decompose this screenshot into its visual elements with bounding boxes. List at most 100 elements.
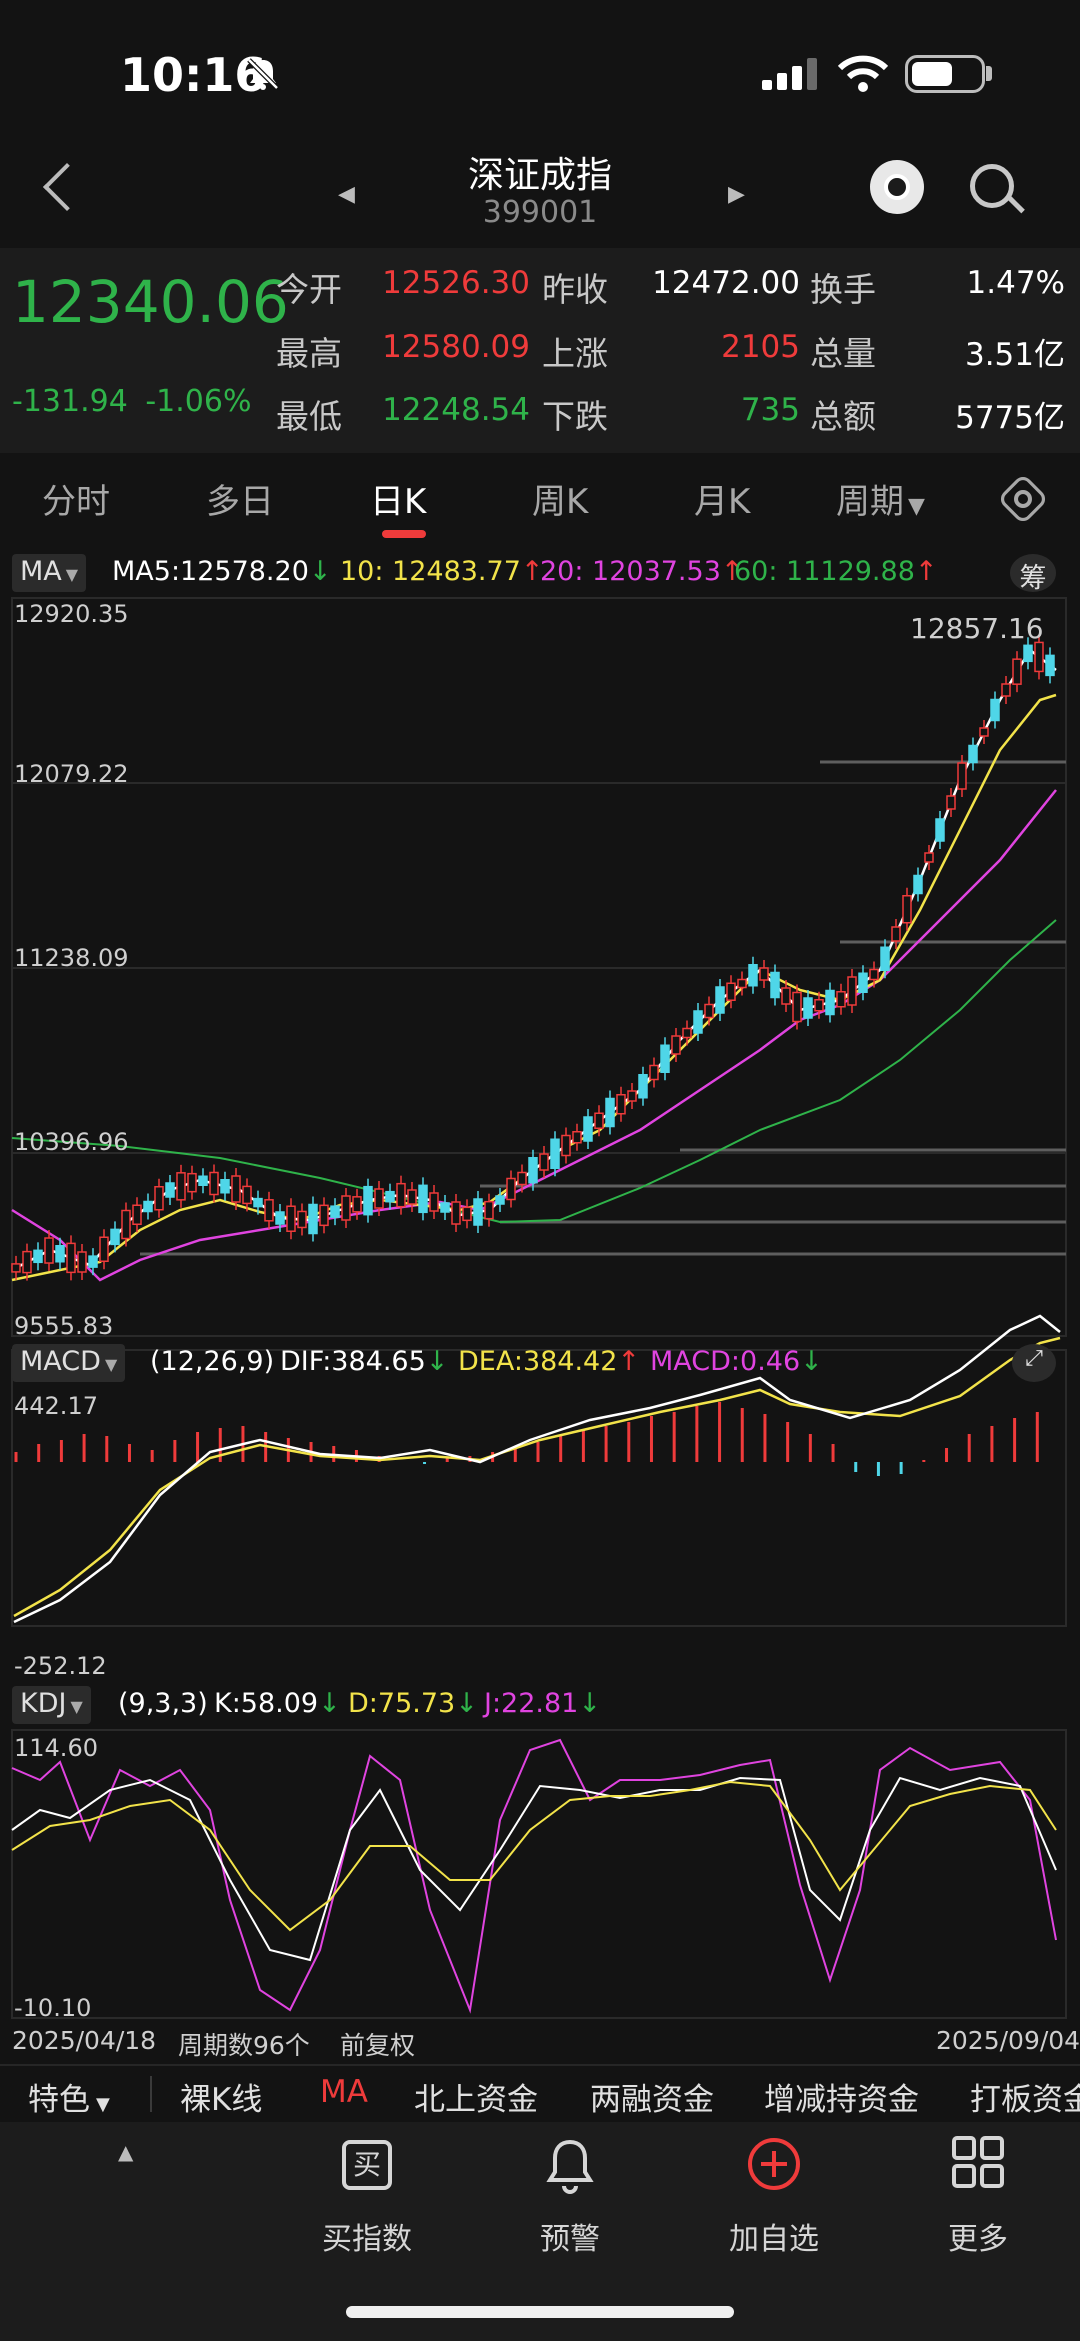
feature-margin[interactable]: 两融资金 xyxy=(590,2074,714,2119)
feature-limit-up[interactable]: 打板资金 xyxy=(970,2074,1080,2119)
tab-daily-k[interactable]: 日K xyxy=(370,474,426,523)
candle-body xyxy=(88,1255,98,1268)
candle-body xyxy=(319,1204,329,1227)
ma-selector-button[interactable]: MA ▼ xyxy=(12,554,87,592)
more-label[interactable]: 更多 xyxy=(908,2214,1048,2258)
add-watchlist-icon[interactable] xyxy=(746,2136,802,2192)
candle-body xyxy=(22,1250,32,1274)
candle-body xyxy=(495,1195,505,1205)
d-text: D:75.73 xyxy=(348,1688,456,1719)
bell-icon[interactable] xyxy=(542,2136,598,2196)
candle-body xyxy=(484,1200,494,1220)
buy-index-label[interactable]: 买指数 xyxy=(297,2214,437,2258)
candle-body xyxy=(858,972,868,993)
ma5-arrow: ↓ xyxy=(308,556,332,587)
d-arrow: ↓ xyxy=(455,1688,478,1719)
open-label: 今开 xyxy=(276,270,342,309)
candle-body xyxy=(1045,654,1055,677)
feature-ma[interactable]: MA xyxy=(320,2074,368,2110)
candle-body xyxy=(649,1064,659,1081)
candle-body xyxy=(418,1184,428,1214)
macd-selector-button[interactable]: MACD ▼ xyxy=(12,1344,126,1382)
candle-body xyxy=(187,1172,197,1193)
kline-chart[interactable] xyxy=(0,590,1080,2020)
j-arrow: ↓ xyxy=(578,1688,601,1719)
candle-body xyxy=(748,964,758,987)
macd-axis-bottom: -252.12 xyxy=(14,1652,107,1680)
tab-period-dropdown[interactable]: 周期 ▼ xyxy=(836,474,925,523)
candle-body xyxy=(66,1242,76,1274)
price-axis-bottom: 9555.83 xyxy=(14,1312,114,1340)
ma5-value: MA5:12578.20↓ xyxy=(112,556,332,587)
add-watchlist-label[interactable]: 加自选 xyxy=(704,2214,844,2258)
candle-body xyxy=(165,1182,175,1198)
candle-body xyxy=(1001,683,1011,697)
next-index-icon[interactable]: ▶ xyxy=(728,182,745,207)
candle-body xyxy=(407,1189,417,1205)
prev-index-icon[interactable]: ◀ xyxy=(338,182,355,207)
chevron-down-icon: ▼ xyxy=(65,565,79,584)
chevron-down-icon: ▼ xyxy=(96,2094,110,2115)
candle-body xyxy=(935,818,945,842)
feature-naked-k[interactable]: 裸K线 xyxy=(180,2074,262,2119)
macd-axis-top: 442.17 xyxy=(14,1392,98,1420)
feature-divider xyxy=(150,2076,152,2112)
kdj-params: (9,3,3) xyxy=(118,1688,208,1719)
alert-label[interactable]: 预警 xyxy=(500,2214,640,2258)
adjustment-mode[interactable]: 前复权 xyxy=(340,2026,415,2062)
candle-body xyxy=(77,1251,87,1273)
candle-body xyxy=(264,1199,274,1222)
dif-value: DIF:384.65↓ xyxy=(280,1346,448,1377)
chevron-down-icon: ▼ xyxy=(908,494,925,519)
candles xyxy=(11,634,1055,1281)
candle-body xyxy=(473,1198,483,1226)
feature-holding-change[interactable]: 增减持资金 xyxy=(764,2074,919,2119)
home-indicator[interactable] xyxy=(346,2306,734,2318)
price-axis-l3: 11238.09 xyxy=(14,944,129,972)
k-text: K:58.09 xyxy=(214,1688,319,1719)
candle-body xyxy=(726,982,736,1001)
feature-northbound[interactable]: 北上资金 xyxy=(414,2074,538,2119)
macd-value: MACD:0.46↓ xyxy=(650,1346,823,1377)
active-tab-indicator xyxy=(382,530,426,538)
feature-special[interactable]: 特色 ▼ xyxy=(28,2074,110,2119)
candle-body xyxy=(517,1171,527,1186)
kdj-selector-button[interactable]: KDJ ▼ xyxy=(12,1686,91,1724)
price-change: -131.94 -1.06% xyxy=(12,384,251,419)
expand-icon[interactable]: ⤢ xyxy=(1012,1344,1056,1382)
tab-multiday[interactable]: 多日 xyxy=(206,474,274,523)
buy-index-icon[interactable]: 买 xyxy=(342,2140,392,2190)
kdj-indicator-row: KDJ ▼ (9,3,3) K:58.09↓ D:75.73↓ J:22.81↓ xyxy=(0,1686,1080,1726)
j-text: J:22.81 xyxy=(484,1688,579,1719)
collapse-up-icon[interactable]: ▲ xyxy=(118,2140,133,2164)
candle-body xyxy=(605,1097,615,1128)
candle-body xyxy=(814,999,824,1012)
bell-mute-icon xyxy=(247,58,279,90)
candle-body xyxy=(242,1185,252,1205)
price-axis-l4: 10396.96 xyxy=(14,1128,129,1156)
macd-panel-grid xyxy=(11,1349,1067,1627)
chart-end-date: 2025/09/04 xyxy=(936,2026,1080,2055)
wifi-icon xyxy=(838,55,888,92)
tab-monthly-k[interactable]: 月K xyxy=(694,474,750,523)
max-price-marker: 12857.16 xyxy=(910,612,1044,645)
high-value: 12580.09 xyxy=(382,329,530,365)
candle-body xyxy=(297,1210,307,1229)
candle-body xyxy=(231,1175,241,1203)
candle-body xyxy=(561,1134,571,1157)
search-icon[interactable] xyxy=(970,164,1014,208)
macd-indicator-row: MACD ▼ (12,26,9) DIF:384.65↓ DEA:384.42↑ … xyxy=(0,1344,1080,1384)
tab-intraday[interactable]: 分时 xyxy=(42,474,110,523)
grid-icon[interactable] xyxy=(952,2136,1004,2188)
mascot-icon[interactable] xyxy=(870,160,924,214)
change-value: -131.94 xyxy=(12,384,128,419)
settings-icon-center xyxy=(1014,490,1032,508)
volume-label: 总量 xyxy=(810,334,876,373)
candle-body xyxy=(803,997,813,1019)
kdj-k-line xyxy=(11,1776,1057,1962)
tab-weekly-k[interactable]: 周K xyxy=(532,474,588,523)
kdj-axis-bottom: -10.10 xyxy=(14,1994,92,2022)
period-count: 周期数96个 xyxy=(178,2031,310,2060)
candle-body xyxy=(539,1153,549,1171)
chip-distribution-button[interactable]: 筹 xyxy=(1010,554,1056,594)
